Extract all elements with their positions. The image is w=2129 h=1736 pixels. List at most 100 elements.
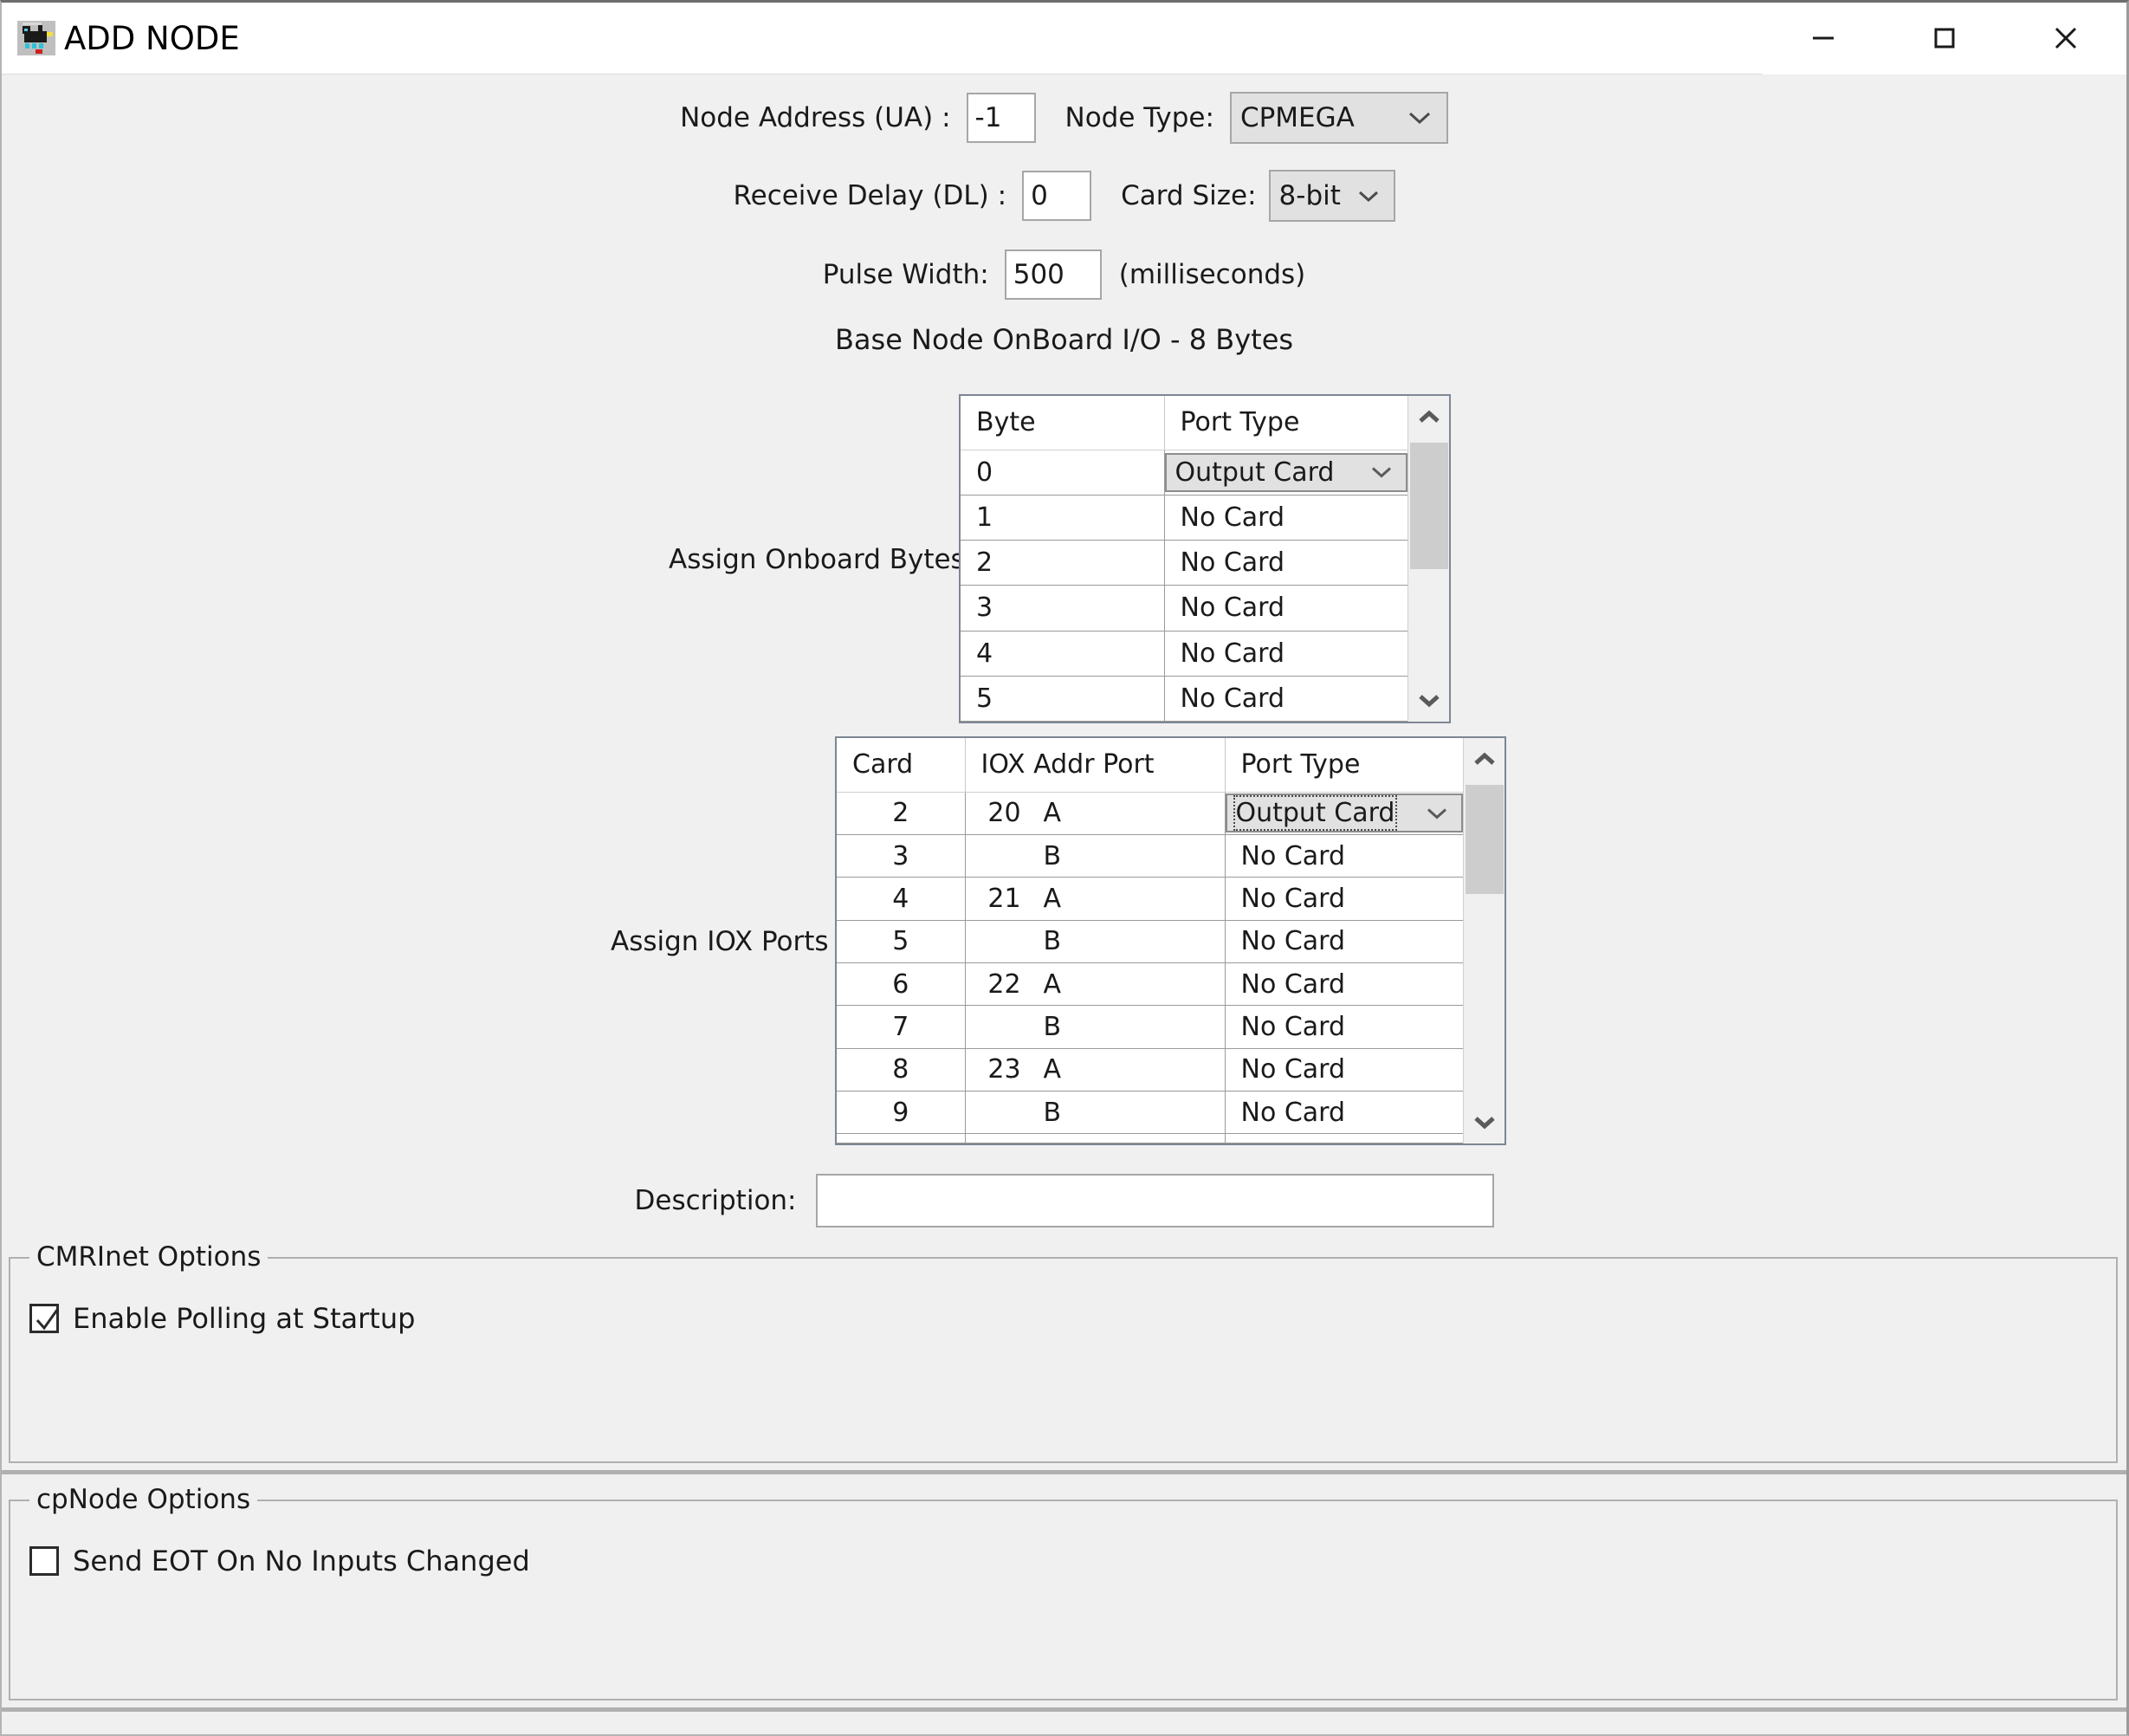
scroll-track[interactable]	[1464, 781, 1505, 1100]
receive-delay-input[interactable]: 0	[1022, 171, 1091, 221]
cell-iox-port: B	[1044, 1098, 1062, 1128]
card-size-select[interactable]: 8-bit	[1269, 170, 1395, 222]
table-header-row: Byte Port Type	[961, 396, 1407, 450]
node-address-input[interactable]: -1	[967, 93, 1036, 143]
node-type-select[interactable]: CPMEGA	[1230, 92, 1448, 144]
pulse-width-input[interactable]: 500	[1005, 249, 1102, 300]
cell-port-type[interactable]: No Card	[1164, 541, 1407, 586]
pulse-width-units: (milliseconds)	[1119, 259, 1306, 290]
port-type-select[interactable]: Output Card	[1165, 453, 1408, 492]
cmrinet-options-group: CMRInet Options Enable Polling at Startu…	[9, 1257, 2118, 1463]
cell-iox-port: A	[1044, 884, 1062, 914]
receive-delay-value: 0	[1031, 180, 1048, 211]
node-address-value: -1	[975, 102, 1002, 133]
table-row[interactable]	[837, 1134, 1463, 1143]
cell-iox-addr: 21	[966, 884, 1044, 914]
cpnode-options-group: cpNode Options Send EOT On No Inputs Cha…	[9, 1500, 2118, 1700]
table-row[interactable]: 3No Card	[961, 586, 1407, 631]
cell-port-type[interactable]: No Card	[1225, 834, 1463, 877]
close-button[interactable]	[2005, 3, 2126, 74]
cell-card: 9	[837, 1091, 965, 1134]
cell-iox-port: B	[1044, 926, 1062, 956]
scroll-up-arrow-icon[interactable]	[1408, 396, 1450, 439]
cell-iox-port: A	[1044, 798, 1062, 828]
cell-iox-addr-port: B	[965, 834, 1225, 877]
table-row[interactable]: 4No Card	[961, 631, 1407, 676]
cell-iox-addr-port: B	[965, 920, 1225, 962]
table-row[interactable]: 3BNo Card	[837, 834, 1463, 877]
cell-byte: 3	[961, 586, 1164, 631]
table-row[interactable]: 0 Output Card	[961, 450, 1407, 495]
cell-card: 7	[837, 1006, 965, 1048]
iox-ports-table[interactable]: Card IOX Addr Port Port Type 220AOutput …	[835, 736, 1506, 1145]
table-row[interactable]: 5BNo Card	[837, 920, 1463, 962]
cell-port-type[interactable]: No Card	[1225, 1091, 1463, 1134]
cell-port-type[interactable]: No Card	[1164, 586, 1407, 631]
table-row[interactable]: 421A No Card	[837, 878, 1463, 920]
add-node-dialog: ADD NODE Node Address (UA) :	[0, 0, 2129, 1736]
enable-polling-checkbox[interactable]	[29, 1304, 59, 1333]
maximize-button[interactable]	[1884, 3, 2005, 74]
table-row[interactable]: 622A No Card	[837, 962, 1463, 1005]
cell-port-type-select[interactable]: Output Card	[1164, 450, 1407, 495]
base-node-info-row: Base Node OnBoard I/O - 8 Bytes	[2, 323, 2126, 356]
column-header-port-type: Port Type	[1164, 396, 1407, 450]
scroll-up-arrow-icon[interactable]	[1464, 738, 1505, 781]
scroll-thumb[interactable]	[1466, 785, 1504, 894]
table-row[interactable]: 1No Card	[961, 495, 1407, 540]
onboard-table-scrollbar[interactable]	[1407, 396, 1449, 722]
cell-iox-port: B	[1044, 841, 1062, 871]
scroll-down-arrow-icon[interactable]	[1464, 1100, 1505, 1143]
cell-byte: 2	[961, 541, 1164, 586]
iox-table-scrollbar[interactable]	[1463, 738, 1505, 1143]
cell-port-type[interactable]: No Card	[1225, 878, 1463, 920]
cell-iox-port: A	[1044, 969, 1062, 1000]
cell-byte: 0	[961, 450, 1164, 495]
description-input[interactable]	[816, 1174, 1494, 1228]
cell-port-type-select[interactable]: Output Card	[1225, 792, 1463, 834]
scroll-down-arrow-icon[interactable]	[1408, 678, 1450, 722]
node-address-label: Node Address (UA) :	[680, 102, 950, 133]
cell-port-type[interactable]: No Card	[1164, 495, 1407, 540]
scroll-track[interactable]	[1408, 439, 1450, 678]
section-divider	[2, 1470, 2126, 1474]
cell-byte: 5	[961, 676, 1164, 721]
assign-iox-ports-label: Assign IOX Ports	[611, 926, 829, 957]
cell-port-type[interactable]: No Card	[1225, 962, 1463, 1005]
minimize-button[interactable]	[1763, 3, 1884, 74]
scroll-thumb[interactable]	[1410, 443, 1448, 569]
port-type-value: Output Card	[1175, 457, 1335, 488]
cell-card: 4	[837, 878, 965, 920]
port-type-select[interactable]: Output Card	[1226, 794, 1464, 832]
table-row[interactable]: 9 B No Card	[837, 1091, 1463, 1134]
cell-port-type[interactable]: No Card	[1225, 1048, 1463, 1091]
window-title: ADD NODE	[64, 20, 240, 57]
cell-port-type[interactable]: No Card	[1225, 1006, 1463, 1048]
send-eot-checkbox[interactable]	[29, 1546, 59, 1576]
cell-iox-addr: 22	[966, 969, 1044, 1000]
chevron-down-icon	[1357, 180, 1380, 211]
cell-byte: 4	[961, 631, 1164, 676]
port-type-value: Output Card	[1236, 798, 1395, 828]
cell-card: 8	[837, 1048, 965, 1091]
chevron-down-icon	[1425, 798, 1449, 828]
bottom-divider	[2, 1707, 2126, 1712]
enable-polling-checkbox-row[interactable]: Enable Polling at Startup	[29, 1302, 415, 1335]
cell-port-type[interactable]: No Card	[1164, 676, 1407, 721]
table-row[interactable]: 7 B No Card	[837, 1006, 1463, 1048]
column-header-iox-addr-port: IOX Addr Port	[965, 738, 1225, 792]
cell-card: 6	[837, 962, 965, 1005]
assign-onboard-bytes-label: Assign Onboard Bytes	[669, 544, 965, 575]
table-row[interactable]: 220AOutput Card	[837, 792, 1463, 834]
card-size-label: Card Size:	[1121, 180, 1256, 211]
cell-iox-port: B	[1044, 1012, 1062, 1042]
cell-port-type[interactable]: No Card	[1225, 920, 1463, 962]
cell-iox-port: A	[1044, 1054, 1062, 1085]
cell-port-type[interactable]: No Card	[1164, 631, 1407, 676]
description-label: Description:	[635, 1185, 797, 1216]
table-row[interactable]: 2No Card	[961, 541, 1407, 586]
onboard-bytes-table[interactable]: Byte Port Type 0Output Card1No Card2No C…	[959, 394, 1451, 723]
table-row[interactable]: 5No Card	[961, 676, 1407, 721]
table-row[interactable]: 823ANo Card	[837, 1048, 1463, 1091]
send-eot-checkbox-row[interactable]: Send EOT On No Inputs Changed	[29, 1545, 530, 1577]
